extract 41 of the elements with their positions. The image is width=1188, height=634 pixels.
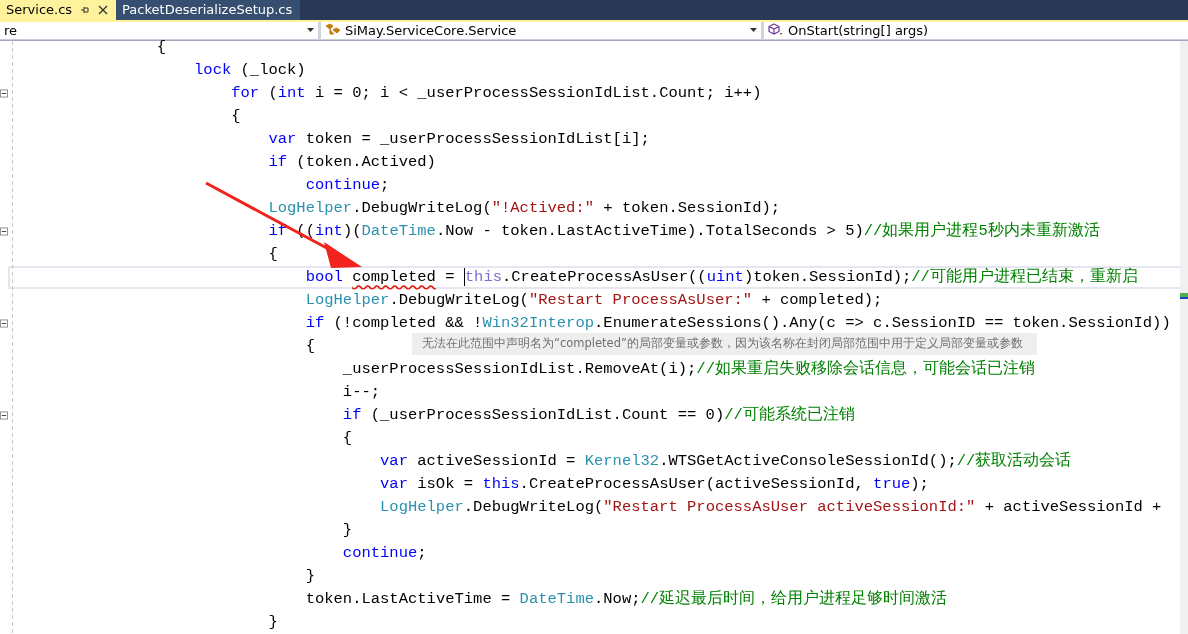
code-line: var activeSessionId = Kernel32.WTSGetActiveConsoleSessionId();//获取活动会话 — [380, 453, 1072, 470]
code-line: continue; — [305, 177, 390, 194]
scrollbar[interactable] — [1180, 41, 1188, 634]
type-dropdown[interactable]: SiMay.ServiceCore.Service — [321, 21, 764, 39]
code-line: continue; — [342, 545, 427, 562]
code-line: if (token.Actived) — [268, 154, 436, 171]
pin-icon[interactable] — [80, 4, 91, 15]
code-line: } — [305, 568, 315, 585]
close-icon[interactable] — [98, 4, 109, 15]
code-line: token.LastActiveTime = DateTime.Now;//延迟最后时间，给用户进程足够时间激活 — [305, 591, 948, 608]
code-line: { — [305, 338, 315, 355]
code-line: LogHelper.DebugWriteLog("Restart ProcessAsUser activeSessionId:" + activeSessionId + — [380, 499, 1162, 516]
code-line: { — [156, 39, 167, 56]
collapse-icon[interactable] — [0, 89, 8, 98]
code-line: } — [342, 522, 353, 539]
code-line: i--; — [342, 384, 381, 401]
collapse-icon[interactable] — [0, 319, 8, 328]
code-line: } — [268, 614, 278, 631]
code-line: lock (_lock) — [194, 62, 306, 79]
collapse-icon[interactable] — [0, 227, 8, 236]
caret-icon — [750, 28, 757, 33]
class-icon — [325, 23, 341, 38]
code-line: if (!completed && !Win32Interop.EnumerateSessions().Any(c => c.SessionID == token.SessionId)) — [305, 315, 1171, 332]
member-dropdown[interactable]: OnStart(string[] args) — [764, 21, 1188, 39]
code-line: _userProcessSessionIdList.RemoveAt(i);//如果重启失败移除会话信息，可能会话已注销 — [342, 361, 1035, 378]
code-line: for (int i = 0; i < _userProcessSessionIdList.Count; i++) — [231, 85, 762, 102]
code-line: { — [268, 246, 278, 263]
tooltip-message: 无法在此范围中声明名为“completed”的局部变量或参数，因为该名称在封闭局部范围中用于定义局部变量或参数 — [422, 336, 1024, 351]
code-line: var isOk = this.CreateProcessAsUser(activeSessionId, true); — [380, 476, 929, 493]
collapse-icon[interactable] — [0, 411, 8, 420]
code-line: if (_userProcessSessionIdList.Count == 0)//可能系统已注销 — [342, 407, 855, 424]
code-line: LogHelper.DebugWriteLog("!Actived:" + token.SessionId); — [268, 200, 781, 217]
file-tab[interactable]: PacketDeserializeSetup.cs — [116, 0, 301, 20]
code-line: { — [342, 430, 353, 447]
caret-icon — [307, 28, 314, 33]
file-tab[interactable]: Service.cs — [0, 0, 117, 20]
code-line: LogHelper.DebugWriteLog("Restart ProcessAsUser:" + completed); — [305, 292, 883, 309]
code-line: var token = _userProcessSessionIdList[i]; — [268, 131, 650, 148]
code-line: { — [231, 108, 241, 125]
project-dropdown[interactable]: re — [0, 21, 321, 39]
code-line: bool completed = this.CreateProcessAsUser((uint)token.SessionId);//可能用户进程已结束，重新启 — [305, 269, 1138, 286]
